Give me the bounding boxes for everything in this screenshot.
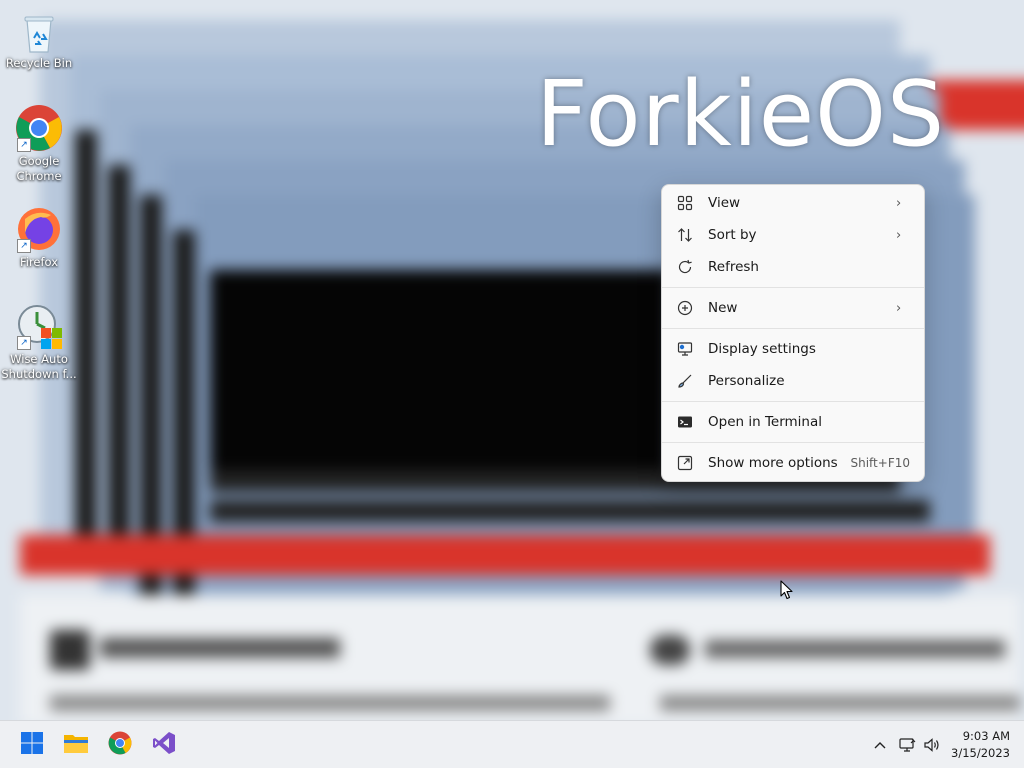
desktop-context-menu: View › Sort by › Refresh New › Display s… — [661, 184, 925, 482]
menu-item-label: New — [708, 300, 738, 316]
visual-studio-icon — [152, 731, 176, 759]
start-button[interactable] — [16, 729, 48, 761]
desktop-icon-wise-auto-shutdown[interactable]: ↗ Wise Auto Shutdown f... — [1, 302, 77, 382]
menu-item-personalize[interactable]: Personalize — [666, 366, 920, 396]
shortcut-arrow-icon: ↗ — [17, 336, 31, 350]
menu-item-label: Sort by — [708, 227, 757, 243]
menu-item-label: Refresh — [708, 259, 759, 275]
clock-time: 9:03 AM — [962, 729, 1010, 743]
view-grid-icon — [676, 194, 694, 212]
menu-item-label: Display settings — [708, 341, 816, 357]
menu-item-label: Show more options — [708, 455, 838, 471]
show-more-options-icon — [676, 454, 694, 472]
menu-item-label: Open in Terminal — [708, 414, 822, 430]
desktop-icon-label: Recycle Bin — [5, 56, 73, 70]
mouse-cursor-icon — [780, 580, 794, 604]
taskbar-clock[interactable]: 9:03 AM 3/15/2023 — [951, 728, 1010, 762]
menu-separator — [662, 401, 924, 402]
menu-separator — [662, 328, 924, 329]
new-plus-icon — [676, 299, 694, 317]
chevron-up-icon[interactable] — [870, 735, 890, 755]
chrome-icon: ↗ — [15, 104, 63, 152]
desktop-icon-google-chrome[interactable]: ↗ Google Chrome — [1, 104, 77, 184]
menu-item-sort-by[interactable]: Sort by › — [666, 220, 920, 250]
recycle-bin-icon — [21, 14, 57, 54]
taskbar: 9:03 AM 3/15/2023 — [0, 720, 1024, 768]
desktop-icon-recycle-bin[interactable]: Recycle Bin — [1, 14, 77, 71]
desktop-icon-label: Firefox — [19, 255, 59, 269]
file-explorer-icon — [63, 732, 89, 758]
menu-separator — [662, 287, 924, 288]
personalize-brush-icon — [676, 372, 694, 390]
volume-icon[interactable] — [922, 735, 942, 755]
firefox-icon: ↗ — [15, 205, 63, 253]
menu-item-open-in-terminal[interactable]: Open in Terminal — [666, 407, 920, 437]
shortcut-arrow-icon: ↗ — [17, 138, 31, 152]
shortcut-arrow-icon: ↗ — [17, 239, 31, 253]
menu-item-new[interactable]: New › — [666, 293, 920, 323]
taskbar-google-chrome[interactable] — [104, 729, 136, 761]
menu-item-show-more-options[interactable]: Show more options Shift+F10 — [666, 448, 920, 478]
chevron-right-icon: › — [896, 300, 902, 316]
menu-item-refresh[interactable]: Refresh — [666, 252, 920, 282]
desktop-icon-label: Google Chrome — [16, 154, 62, 183]
clock-date: 3/15/2023 — [951, 746, 1010, 760]
terminal-icon — [676, 413, 694, 431]
forkieos-watermark: ForkieOS — [536, 62, 946, 167]
menu-separator — [662, 442, 924, 443]
taskbar-visual-studio[interactable] — [148, 729, 180, 761]
menu-item-view[interactable]: View › — [666, 188, 920, 218]
refresh-icon — [676, 258, 694, 276]
taskbar-file-explorer[interactable] — [60, 729, 92, 761]
chevron-right-icon: › — [896, 195, 902, 211]
menu-item-shortcut: Shift+F10 — [850, 456, 910, 470]
desktop-icon-firefox[interactable]: ↗ Firefox — [1, 205, 77, 270]
wise-auto-shutdown-icon: ↗ — [15, 302, 63, 350]
desktop-icon-label: Wise Auto Shutdown f... — [1, 352, 77, 381]
windows-start-icon — [20, 731, 44, 759]
menu-item-label: View — [708, 195, 741, 211]
chevron-right-icon: › — [896, 227, 902, 243]
network-icon[interactable] — [897, 735, 917, 755]
chrome-icon — [108, 731, 132, 759]
sort-icon — [676, 226, 694, 244]
menu-item-display-settings[interactable]: Display settings — [666, 334, 920, 364]
menu-item-label: Personalize — [708, 373, 785, 389]
display-settings-icon — [676, 340, 694, 358]
